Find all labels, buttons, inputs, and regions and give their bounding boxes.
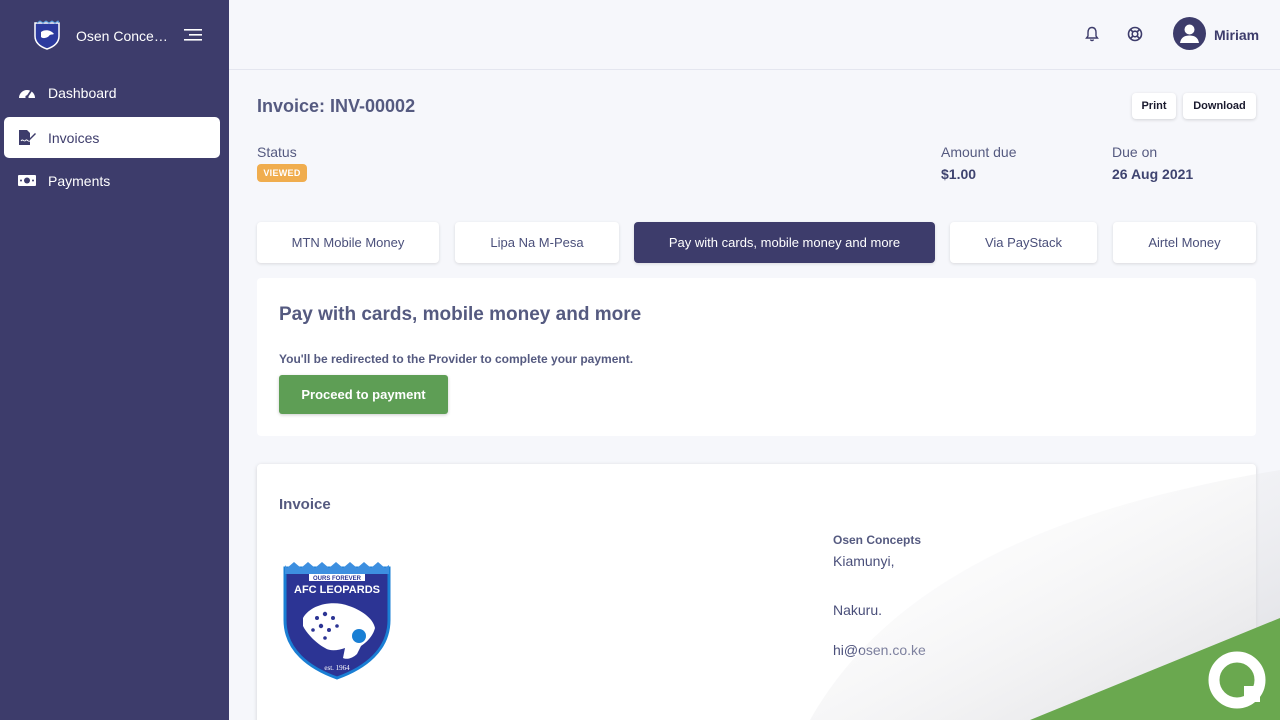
money-bill-icon xyxy=(18,175,36,186)
address-line-2: Nakuru. xyxy=(833,602,883,618)
crest-tagline: OURS FOREVER xyxy=(313,576,362,582)
menu-toggle-icon[interactable] xyxy=(184,28,202,42)
proceed-to-payment-button[interactable]: Proceed to payment xyxy=(279,375,448,414)
payment-card-title: Pay with cards, mobile money and more xyxy=(279,304,642,325)
sidebar-item-label: Dashboard xyxy=(48,84,117,101)
tab-cards-mobile-money[interactable]: Pay with cards, mobile money and more xyxy=(634,222,935,263)
payment-card: Pay with cards, mobile money and more Yo… xyxy=(257,278,1256,436)
company-email: hi@osen.co.ke xyxy=(833,642,926,658)
sidebar-item-label: Payments xyxy=(48,172,111,189)
tab-lipa-na-mpesa[interactable]: Lipa Na M-Pesa xyxy=(455,222,619,263)
print-button[interactable]: Print xyxy=(1132,93,1176,119)
user-icon xyxy=(1180,24,1199,43)
sidebar-item-invoices[interactable]: Invoices xyxy=(4,117,220,158)
sidebar-item-payments[interactable]: Payments xyxy=(4,160,220,201)
file-signature-icon xyxy=(19,130,36,145)
due-on-value: 26 Aug 2021 xyxy=(1112,166,1194,182)
tab-mtn-mobile-money[interactable]: MTN Mobile Money xyxy=(257,222,439,263)
status-label: Status xyxy=(257,144,297,160)
amount-due-label: Amount due xyxy=(941,144,1017,160)
brand: Osen Concepts xyxy=(0,0,229,70)
topbar: Miriam xyxy=(229,0,1280,70)
brand-name: Osen Concepts xyxy=(76,28,168,44)
avatar[interactable] xyxy=(1173,17,1206,50)
payment-redirect-note: You'll be redirected to the Provider to … xyxy=(279,352,634,366)
status-badge: VIEWED xyxy=(257,164,307,182)
amount-due-value: $1.00 xyxy=(941,166,977,182)
lifebuoy-icon[interactable] xyxy=(1127,26,1143,42)
invoice-card: Invoice OURS FOREVER AFC LEOPARDS est. 1… xyxy=(257,464,1256,720)
sidebar-item-label: Invoices xyxy=(48,129,100,146)
company-name: Osen Concepts xyxy=(833,533,922,547)
due-on-label: Due on xyxy=(1112,144,1158,160)
page-title: Invoice: INV-00002 xyxy=(257,96,416,116)
crest-established: est. 1964 xyxy=(324,664,350,672)
sidebar-item-dashboard[interactable]: Dashboard xyxy=(4,72,220,113)
tab-paystack[interactable]: Via PayStack xyxy=(950,222,1097,263)
address-line-1: Kiamunyi, xyxy=(833,553,895,569)
download-button[interactable]: Download xyxy=(1183,93,1256,119)
crest-club-name: AFC LEOPARDS xyxy=(294,584,380,596)
club-crest-icon xyxy=(34,20,60,50)
sidebar: Osen Concepts Dashboard Invoices Payment… xyxy=(0,0,229,720)
tab-airtel-money[interactable]: Airtel Money xyxy=(1113,222,1256,263)
afc-leopards-crest-logo: OURS FOREVER AFC LEOPARDS est. 1964 xyxy=(283,562,391,680)
bell-icon[interactable] xyxy=(1084,26,1100,42)
user-name[interactable]: Miriam xyxy=(1214,27,1259,43)
invoice-card-title: Invoice xyxy=(279,496,331,513)
gauge-icon xyxy=(19,90,35,99)
